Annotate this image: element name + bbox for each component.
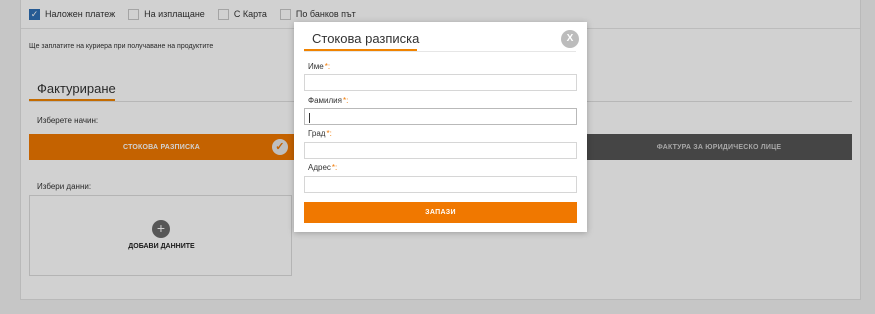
close-icon[interactable]: X [561,30,579,48]
address-label: Адрес*: [308,163,337,172]
required-mark: *: [326,129,332,138]
field-label-text: Град [308,129,326,138]
first-name-label: Име*: [308,62,330,71]
required-mark: *: [342,96,349,105]
required-mark: *: [331,163,338,172]
field-label-text: Фамилия [308,96,342,105]
field-label-text: Адрес [308,163,331,172]
required-mark: *: [324,62,331,71]
receipt-modal: Стокова разписка X Име*: Фамилия*: Град*… [294,22,587,232]
city-input[interactable] [304,142,577,159]
divider [304,51,576,52]
field-label-text: Име [308,62,324,71]
text-cursor [309,113,310,123]
modal-title: Стокова разписка [312,31,420,46]
address-input[interactable] [304,176,577,193]
first-name-input[interactable] [304,74,577,91]
last-name-input[interactable] [304,108,577,125]
last-name-label: Фамилия*: [308,96,348,105]
save-button[interactable]: Запази [304,202,577,223]
city-label: Град*: [308,129,332,138]
